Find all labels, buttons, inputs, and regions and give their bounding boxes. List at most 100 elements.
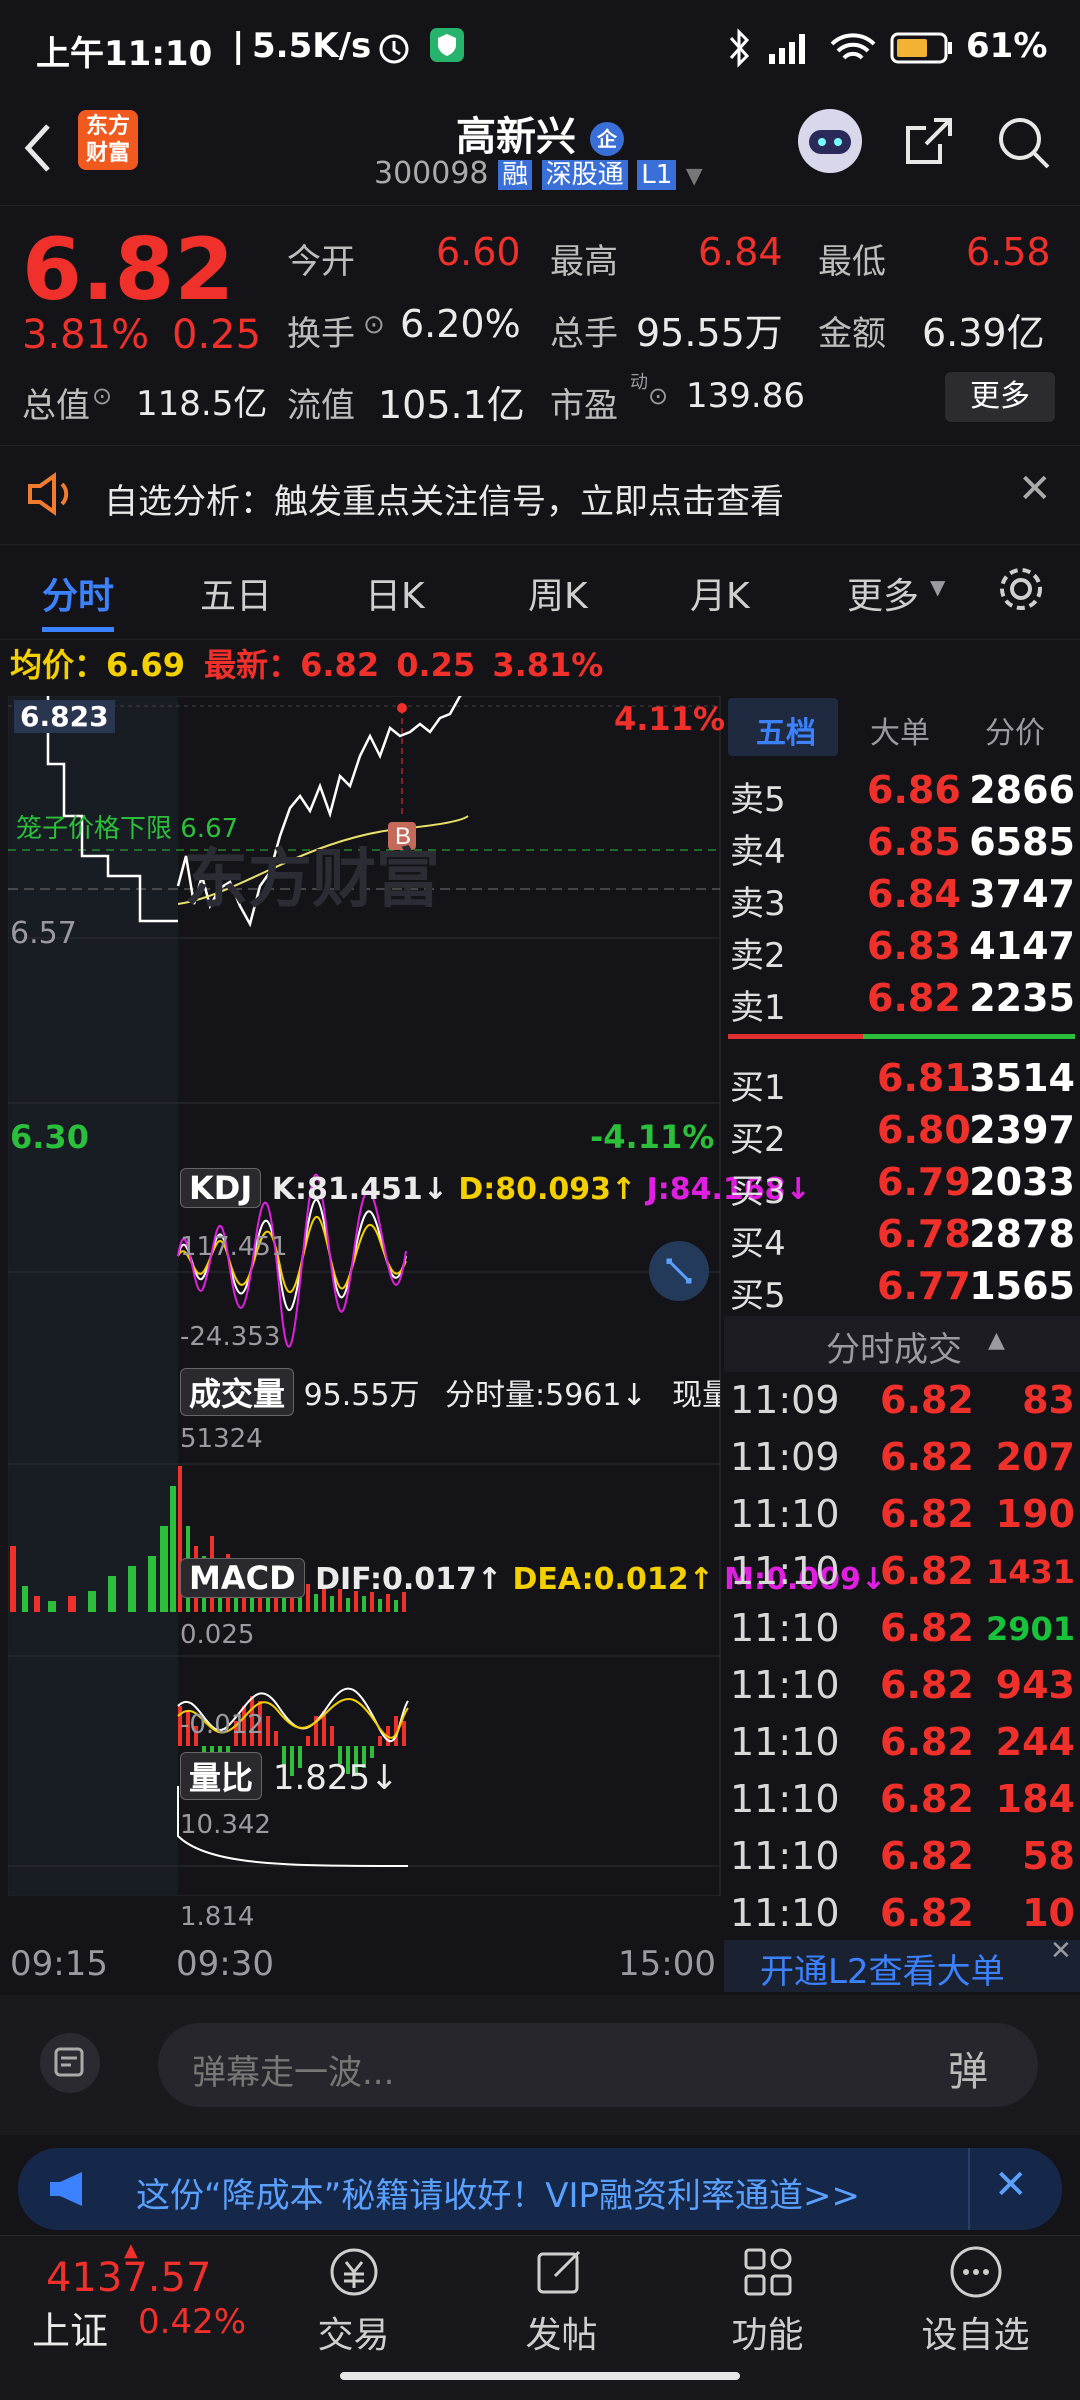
tab-active-indicator (42, 627, 114, 632)
macd-indicator-select[interactable]: MACD (180, 1558, 305, 1598)
volume-indicator-select[interactable]: 成交量 (180, 1368, 295, 1416)
y-axis-bottom: 6.30 (10, 1118, 89, 1156)
tab-monthly-k[interactable]: 月K (690, 567, 750, 619)
promo-banner[interactable]: 这份“降成本”秘籍请收好！VIP融资利率通道>> ✕ (18, 2148, 1062, 2230)
watchlist-icon[interactable] (948, 2244, 1004, 2300)
mcap-info-icon[interactable]: ⊙ (92, 382, 112, 410)
post-icon[interactable] (533, 2244, 589, 2300)
time-label-close: 15:00 (618, 1944, 716, 1984)
volume-value: 95.55万 (636, 311, 783, 355)
book-tab-price[interactable]: 分价 (985, 708, 1045, 752)
index-pct[interactable]: 0.42% (138, 2302, 246, 2342)
tag-dropdown-icon[interactable]: ▼ (686, 164, 703, 189)
index-value[interactable]: 4137.57 (46, 2255, 211, 2301)
index-name[interactable]: 上证 (32, 2300, 108, 2355)
time-label-start: 09:15 (10, 1944, 108, 1984)
turnover-info-icon[interactable]: ⊙ (363, 310, 385, 340)
comment-input[interactable]: 弹幕走一波... 弹 (158, 2023, 1038, 2107)
last-price: 6.82 (22, 220, 235, 320)
expand-icon[interactable] (648, 1240, 710, 1302)
speaker-icon (28, 472, 69, 516)
promo-close-icon[interactable]: ✕ (994, 2162, 1028, 2208)
robot-assistant-icon[interactable] (795, 106, 865, 176)
search-icon[interactable] (995, 114, 1053, 172)
pct-axis-top: 4.11% (614, 700, 726, 738)
stock-code: 300098 (374, 156, 489, 191)
ask-bid-ratio-red (728, 1034, 863, 1039)
alert-close-icon[interactable]: ✕ (1018, 466, 1052, 512)
nav-post[interactable]: 发帖 (494, 2306, 629, 2358)
ratio-axis-lo: 1.814 (180, 1902, 255, 1932)
ticks-collapse-icon[interactable]: ▲ (988, 1328, 1005, 1353)
open-value: 6.60 (436, 230, 521, 274)
ticks-title[interactable]: 分时成交 (826, 1322, 962, 1371)
nav-functions[interactable]: 功能 (700, 2306, 835, 2358)
tab-more-caret-icon[interactable]: ▼ (930, 575, 945, 599)
amount-value: 6.39亿 (922, 311, 1045, 355)
ask-bid-ratio-green (863, 1034, 1075, 1039)
intraday-chart[interactable]: B 东方财富 (8, 696, 723, 1896)
avg-price: 6.69 (106, 646, 185, 684)
macd-axis-hi: 0.025 (180, 1620, 255, 1650)
high-label: 最高 (550, 242, 618, 282)
ask-row[interactable]: 卖3 6.84 3747 (730, 872, 1075, 924)
open-l2-link[interactable]: 开通L2查看大单 (760, 1944, 1005, 1993)
alert-banner[interactable]: 自选分析：触发重点关注信号，立即点击查看 ✕ (0, 445, 1080, 545)
ask-row[interactable]: 卖2 6.83 4147 (730, 924, 1075, 976)
tab-intraday[interactable]: 分时 (42, 567, 114, 619)
nav-trade[interactable]: 交易 (286, 2306, 421, 2358)
settings-gear-icon[interactable] (995, 563, 1047, 615)
trade-icon[interactable] (326, 2244, 382, 2300)
book-tab-level5[interactable]: 五档 (756, 708, 816, 752)
book-tab-large[interactable]: 大单 (870, 708, 930, 752)
comment-board-icon[interactable] (38, 2031, 102, 2095)
tick-row: 11:10 6.82 10 (730, 1891, 1075, 1935)
home-indicator (340, 2372, 740, 2380)
pct-axis-bottom: -4.11% (590, 1118, 715, 1156)
pe-dynamic-mark: 动 (630, 372, 648, 393)
battery-pct: 61% (966, 26, 1048, 66)
change-amount: 0.25 (172, 312, 262, 358)
bid-row[interactable]: 买5 6.77 1565 (730, 1264, 1075, 1316)
y-axis-top: 6.823 (14, 700, 115, 733)
mcap-label: 总值 (22, 386, 90, 426)
time-label-open: 09:30 (176, 1944, 274, 1984)
ask-row[interactable]: 卖4 6.85 6585 (730, 820, 1075, 872)
shield-icon (430, 28, 464, 62)
kdj-header: KDJ K:81.451↓ D:80.093↑ J:84.168↓ (180, 1168, 811, 1208)
signal-icon (769, 34, 805, 64)
float-label: 流值 (287, 386, 355, 426)
tag-margin: 融 (498, 160, 533, 190)
pe-info-icon[interactable]: ⊙ (648, 382, 668, 410)
ask-row[interactable]: 卖5 6.86 2866 (730, 768, 1075, 820)
bid-row[interactable]: 买1 6.81 3514 (730, 1056, 1075, 1108)
change-pct: 3.81% (22, 312, 150, 358)
alarm-icon (379, 34, 409, 64)
share-icon[interactable] (900, 114, 956, 170)
functions-icon[interactable] (740, 2244, 796, 2300)
pe-value: 139.86 (686, 376, 805, 416)
tick-row: 11:10 6.82 943 (730, 1663, 1075, 1707)
ask-row[interactable]: 卖1 6.82 2235 (730, 976, 1075, 1028)
danmaku-button[interactable]: 弹 (948, 2039, 988, 2097)
l2-close-icon[interactable]: ✕ (1050, 1936, 1072, 1966)
tag-connect: 深股通 (541, 160, 628, 190)
more-button[interactable]: 更多 (945, 372, 1055, 422)
latest-price: 6.82 (300, 646, 380, 684)
kdj-axis-lo: -24.353 (180, 1322, 281, 1352)
ratio-indicator-select[interactable]: 量比 (180, 1752, 263, 1800)
tick-row: 11:10 6.82 184 (730, 1777, 1075, 1821)
bid-row[interactable]: 买4 6.78 2878 (730, 1212, 1075, 1264)
turnover-label: 换手 (287, 314, 355, 354)
tab-weekly-k[interactable]: 周K (528, 567, 588, 619)
bid-row[interactable]: 买3 6.79 2033 (730, 1160, 1075, 1212)
kdj-indicator-select[interactable]: KDJ (180, 1168, 262, 1208)
bid-row[interactable]: 买2 6.80 2397 (730, 1108, 1075, 1160)
volume-label: 总手 (550, 314, 618, 354)
ratio-axis-hi: 10.342 (180, 1810, 271, 1840)
tab-five-day[interactable]: 五日 (200, 567, 272, 619)
tab-more[interactable]: 更多 (847, 567, 919, 619)
open-label: 今开 (287, 242, 355, 282)
nav-watchlist[interactable]: 设自选 (908, 2306, 1043, 2358)
tab-daily-k[interactable]: 日K (365, 567, 425, 619)
